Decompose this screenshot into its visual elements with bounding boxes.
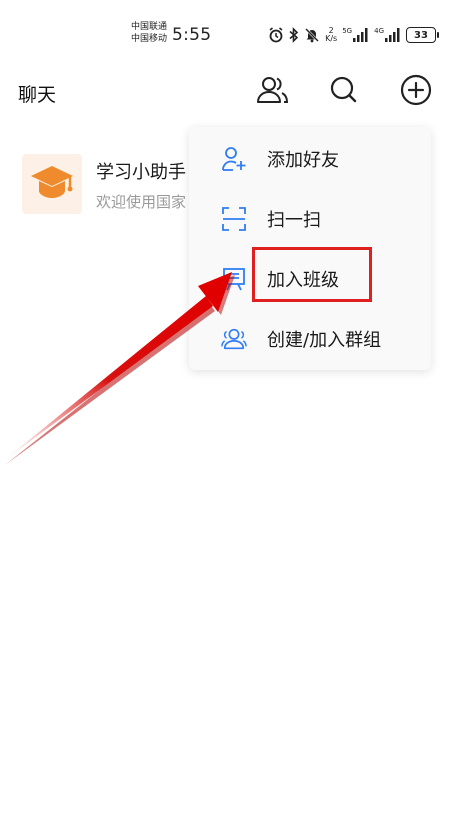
- menu-item-scan[interactable]: 扫一扫: [189, 189, 431, 249]
- menu-item-add-friend[interactable]: 添加好友: [189, 129, 431, 189]
- mute-icon: [304, 27, 320, 43]
- avatar: [22, 154, 82, 214]
- signal-icon: 4G: [374, 28, 401, 42]
- signal-icon: 5G: [342, 28, 369, 42]
- menu-item-create-join-group[interactable]: 创建/加入群组: [189, 309, 431, 369]
- app-header: 聊天: [0, 66, 458, 120]
- battery-icon: 33: [406, 27, 439, 43]
- net-speed: 2 K/s: [325, 27, 337, 43]
- search-button[interactable]: [326, 74, 362, 110]
- battery-level: 33: [414, 29, 428, 41]
- highlight-box: [252, 247, 372, 302]
- network-type-2: 4G: [374, 27, 384, 35]
- search-icon: [329, 75, 359, 109]
- add-button[interactable]: [398, 74, 434, 110]
- join-class-icon: [221, 266, 247, 292]
- menu-item-label: 添加好友: [267, 150, 339, 171]
- status-time: 5:55: [172, 25, 212, 45]
- graduation-cap-icon: [29, 162, 75, 206]
- menu-item-label: 创建/加入群组: [267, 330, 382, 351]
- net-speed-unit: K/s: [325, 34, 338, 43]
- chat-preview: 欢迎使用国家: [96, 193, 187, 211]
- add-friend-icon: [221, 146, 247, 172]
- carrier-names: 中国联通 中国移动: [131, 21, 167, 45]
- group-icon: [221, 326, 247, 352]
- carrier-2: 中国移动: [131, 34, 168, 44]
- page-title: 聊天: [18, 84, 57, 106]
- scan-icon: [221, 206, 247, 232]
- status-icons: 2 K/s 5G 4G 33: [268, 25, 439, 45]
- menu-item-label: 扫一扫: [267, 210, 321, 231]
- annotation-arrow: [2, 272, 235, 465]
- bluetooth-icon: [289, 27, 299, 43]
- chat-title: 学习小助手: [96, 162, 186, 183]
- contacts-button[interactable]: [255, 74, 291, 110]
- status-bar: 中国联通 中国移动 5:55 2 K/s 5G 4G 33: [0, 0, 458, 66]
- carrier-1: 中国联通: [131, 22, 168, 32]
- alarm-icon: [268, 27, 284, 43]
- contacts-icon: [255, 74, 291, 110]
- network-type-1: 5G: [342, 27, 353, 35]
- add-icon: [400, 74, 432, 110]
